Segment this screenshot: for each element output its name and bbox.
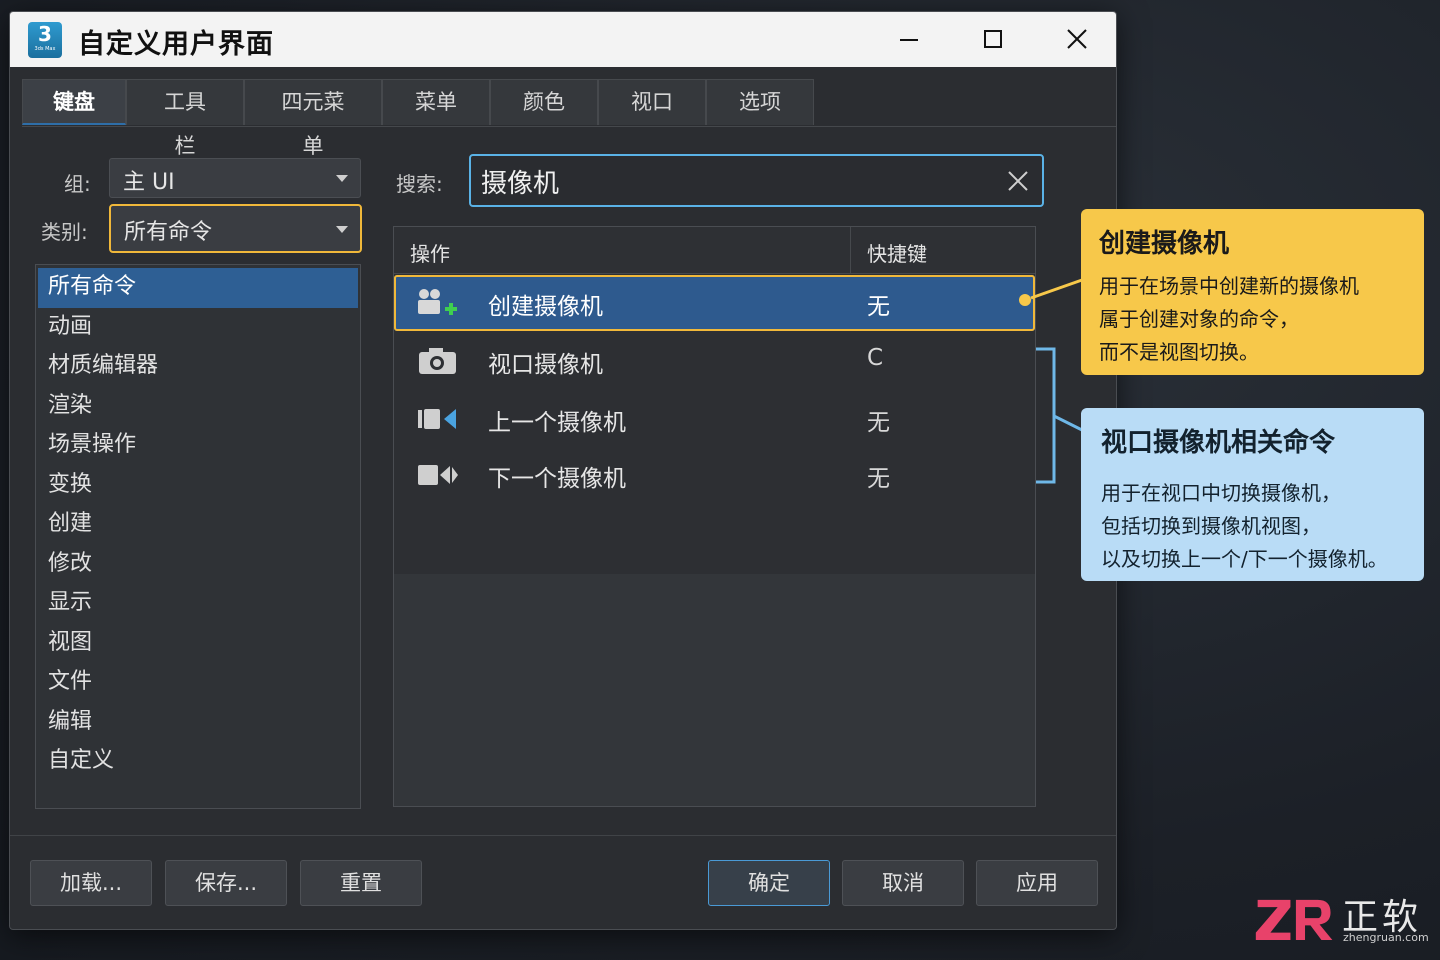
save-button[interactable]: 保存... [165,860,287,906]
callout-title: 创建摄像机 [1099,229,1230,259]
category-item-customize[interactable]: 自定义 [36,742,360,782]
title-bar: 3 3ds Max 自定义用户界面 [10,12,1116,67]
row-shortcut: 无 [867,294,890,320]
group-dropdown-value: 主 UI [123,170,175,195]
create-camera-icon [418,289,457,315]
search-label: 搜索: [396,172,443,196]
load-button[interactable]: 加载... [30,860,152,906]
callout-line: 属于创建对象的命令， [1099,307,1299,331]
search-box [469,154,1044,207]
callout-line: 而不是视图切换。 [1099,340,1259,364]
callout-viewport-camera: 视口摄像机相关命令 用于在视口中切换摄像机， 包括切换到摄像机视图， 以及切换上… [1081,408,1424,581]
category-item-create[interactable]: 创建 [36,505,360,545]
chevron-down-icon [336,175,348,182]
tab-options[interactable]: 选项 [706,79,814,125]
table-header: 操作 快捷键 [394,227,1035,274]
column-separator [850,227,851,274]
callout-line: 包括切换到摄像机视图， [1101,514,1321,538]
previous-camera-icon [418,409,456,429]
tab-toolbars[interactable]: 工具栏 [126,79,244,158]
callout-line: 以及切换上一个/下一个摄像机。 [1101,547,1388,571]
category-item-scene-ops[interactable]: 场景操作 [36,426,360,466]
customize-ui-window: 3 3ds Max 自定义用户界面 键盘 工具栏 四元菜单 菜单 颜色 视口 选… [9,11,1117,930]
tab-keyboard[interactable]: 键盘 [22,79,126,125]
category-list: 所有命令 动画 材质编辑器 渲染 场景操作 变换 创建 修改 显示 视图 文件 … [35,264,361,809]
category-label: 类别: [41,220,88,244]
tab-divider [22,126,1116,127]
maximize-button[interactable] [973,22,1013,56]
row-action-name: 创建摄像机 [488,294,603,320]
column-header-shortcut: 快捷键 [867,242,927,266]
tab-menus[interactable]: 菜单 [382,79,490,125]
ok-button[interactable]: 确定 [708,860,830,906]
clear-icon [1008,171,1028,191]
callout-title: 视口摄像机相关命令 [1101,428,1336,458]
cancel-button[interactable]: 取消 [842,860,964,906]
tab-viewports[interactable]: 视口 [598,79,706,125]
table-row-create-camera[interactable]: 创建摄像机 无 [394,275,1035,331]
category-item-animation[interactable]: 动画 [36,308,360,348]
category-item-material-editor[interactable]: 材质编辑器 [36,347,360,387]
tab-quad-menus[interactable]: 四元菜单 [244,79,382,158]
chevron-down-icon [336,226,348,233]
next-camera-icon [418,465,458,485]
row-action-name: 视口摄像机 [488,352,603,378]
table-row-next-camera[interactable]: 下一个摄像机 无 [394,447,1035,503]
close-button[interactable] [1057,22,1097,56]
action-table: 操作 快捷键 创建摄像机 无 视口摄像机 C 上一个摄像机 无 下一个摄像机 无 [393,226,1036,807]
row-shortcut: 无 [867,466,890,492]
reset-button[interactable]: 重置 [300,860,422,906]
minimize-icon [900,39,918,41]
3dsmax-app-icon: 3 3ds Max [28,22,62,58]
category-item-all-commands[interactable]: 所有命令 [38,268,358,308]
category-dropdown[interactable]: 所有命令 [109,204,362,253]
group-dropdown[interactable]: 主 UI [109,158,361,198]
category-item-views[interactable]: 视图 [36,624,360,664]
clear-search-button[interactable] [1006,169,1030,193]
zr-logo-icon [1255,899,1333,940]
search-input[interactable] [481,162,981,200]
category-item-edit[interactable]: 编辑 [36,703,360,743]
row-shortcut: C [867,345,884,371]
app-icon-number: 3 [38,22,52,46]
maximize-icon [984,30,1002,48]
footer-divider [10,835,1116,836]
column-header-action: 操作 [410,242,450,266]
tab-bar: 键盘 工具栏 四元菜单 菜单 颜色 视口 选项 [22,79,814,158]
callout-create-camera: 创建摄像机 用于在场景中创建新的摄像机 属于创建对象的命令， 而不是视图切换。 [1081,209,1424,375]
callout-line: 用于在视口中切换摄像机， [1101,481,1341,505]
app-icon-subtext: 3ds Max [34,46,56,52]
watermark-url: zhengruan.com [1343,931,1429,944]
minimize-button[interactable] [889,22,929,56]
tab-colors[interactable]: 颜色 [490,79,598,125]
group-label: 组: [64,172,91,196]
row-action-name: 下一个摄像机 [488,466,626,492]
window-title: 自定义用户界面 [78,29,274,60]
apply-button[interactable]: 应用 [976,860,1098,906]
category-item-render[interactable]: 渲染 [36,387,360,427]
category-item-modify[interactable]: 修改 [36,545,360,585]
category-item-display[interactable]: 显示 [36,584,360,624]
category-item-transform[interactable]: 变换 [36,466,360,506]
category-item-file[interactable]: 文件 [36,663,360,703]
callout-line: 用于在场景中创建新的摄像机 [1099,274,1359,298]
row-action-name: 上一个摄像机 [488,410,626,436]
category-dropdown-value: 所有命令 [124,220,213,245]
row-shortcut: 无 [867,410,890,436]
table-row-viewport-camera[interactable]: 视口摄像机 C [394,333,1035,389]
table-row-previous-camera[interactable]: 上一个摄像机 无 [394,391,1035,447]
close-icon [1067,29,1087,49]
camera-icon [419,348,456,374]
